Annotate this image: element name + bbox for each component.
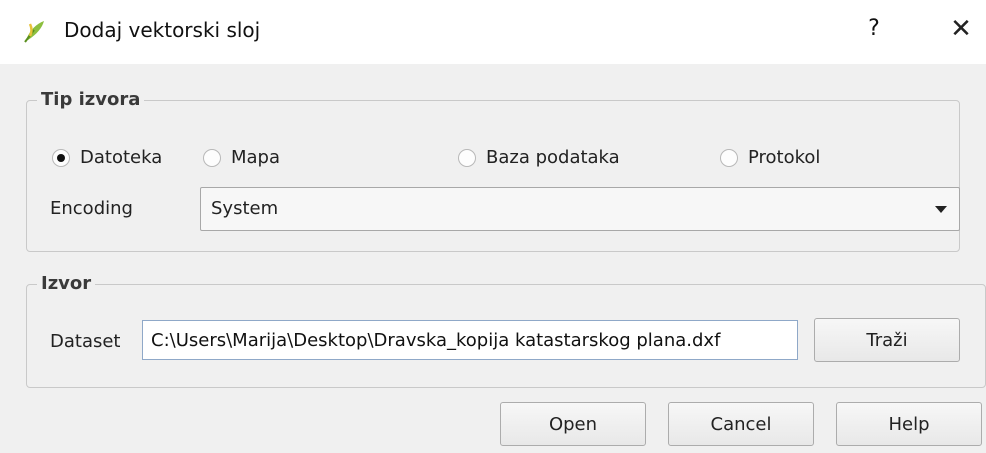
window-title: Dodaj vektorski sloj [64, 18, 261, 42]
open-button[interactable]: Open [500, 402, 646, 446]
dataset-path-input[interactable] [142, 320, 798, 360]
radio-datoteka[interactable]: Datoteka [52, 147, 162, 168]
cancel-button[interactable]: Cancel [668, 402, 814, 446]
radio-label-datoteka: Datoteka [80, 147, 163, 168]
qgis-logo-icon [24, 21, 44, 43]
radio-protokol[interactable]: Protokol [720, 147, 820, 168]
title-bar: Dodaj vektorski sloj ? ✕ [0, 0, 986, 64]
dataset-label: Dataset [50, 331, 121, 352]
source-type-title: Tip izvora [37, 89, 145, 110]
help-button[interactable]: Help [836, 402, 982, 446]
radio-unchecked-icon [458, 148, 476, 167]
radio-baza-podataka[interactable]: Baza podataka [458, 147, 620, 168]
radio-checked-icon [52, 148, 70, 167]
encoding-value: System [211, 198, 279, 219]
dropdown-arrow-icon [935, 206, 947, 213]
browse-button[interactable]: Traži [814, 318, 960, 362]
close-icon[interactable]: ✕ [946, 14, 976, 44]
radio-label-baza-podataka: Baza podataka [486, 147, 620, 168]
radio-label-mapa: Mapa [231, 147, 281, 168]
help-icon[interactable]: ? [864, 14, 884, 44]
radio-mapa[interactable]: Mapa [203, 147, 280, 168]
encoding-select[interactable]: System [200, 187, 960, 231]
encoding-label: Encoding [50, 198, 133, 219]
radio-unchecked-icon [720, 148, 738, 167]
radio-unchecked-icon [203, 148, 221, 167]
source-title: Izvor [37, 273, 96, 294]
radio-label-protokol: Protokol [748, 147, 821, 168]
